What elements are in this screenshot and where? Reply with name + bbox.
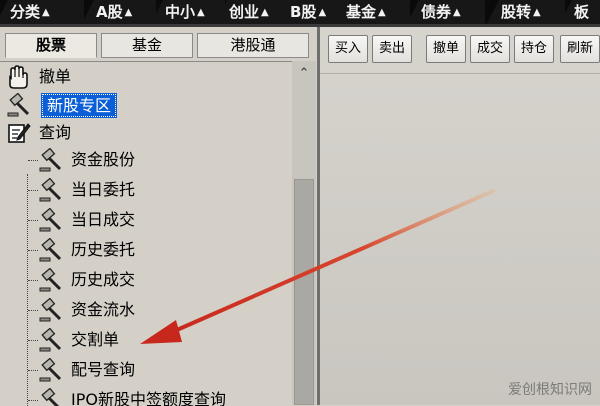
- tree-item-history-orders[interactable]: 历史委托: [38, 236, 278, 264]
- function-tree: 撤单 新股专区 查询 资金股份 当日委托 当日成交 历史委托 历史成交 资金流水…: [0, 61, 292, 406]
- tab-arrow-icon: ▲: [318, 7, 327, 18]
- tree-item-label: 配号查询: [71, 360, 136, 379]
- tree-branch: [28, 220, 38, 221]
- hand-icon: [9, 65, 28, 89]
- market-subtabs: 股票 基金 港股通: [5, 33, 309, 59]
- trades-button[interactable]: 成交: [470, 35, 510, 63]
- gavel-icon: [7, 93, 30, 117]
- tree-branch: [28, 370, 38, 371]
- tree-item-label: 交割单: [71, 330, 120, 349]
- tab-arrow-icon: ▲: [42, 7, 50, 18]
- tree-item-allotment-query[interactable]: 配号查询: [38, 356, 278, 384]
- tree-branch: [28, 190, 38, 191]
- tab-arrow-icon: ▲: [261, 7, 269, 18]
- category-tab-a-shares[interactable]: A股 ▲: [80, 0, 156, 27]
- category-tab-bar: 分类 ▲ A股 ▲ 中小 ▲ 创业 ▲ B股 ▲ 基金 ▲ 债券 ▲ 股转 ▲ 板: [0, 0, 600, 27]
- gavel-icon: [41, 388, 60, 406]
- tab-label: B股: [290, 3, 317, 21]
- tree-item-today-trades[interactable]: 当日成交: [38, 206, 278, 234]
- left-nav-panel: 股票 基金 港股通 撤单 新股专区 查询 资金股份 当日委托 当日成交 历史委托…: [0, 27, 320, 406]
- subtab-stocks[interactable]: 股票: [5, 33, 97, 58]
- tree-item-ipo-zone[interactable]: 新股专区: [6, 91, 266, 119]
- tree-item-funds-positions[interactable]: 资金股份: [38, 146, 278, 174]
- tab-arrow-icon: ▲: [533, 7, 541, 18]
- tree-connector-line: [27, 174, 28, 406]
- gavel-icon: [39, 238, 62, 262]
- positions-button[interactable]: 持仓: [514, 35, 554, 63]
- tab-label: 分类: [10, 3, 41, 21]
- category-tab-transfer[interactable]: 股转 ▲: [485, 0, 565, 27]
- category-tab-fenlei[interactable]: 分类 ▲: [0, 0, 84, 27]
- tab-arrow-icon: ▲: [124, 7, 133, 18]
- tab-label: 板: [574, 3, 590, 21]
- gavel-icon: [39, 268, 62, 292]
- tree-item-label: 资金流水: [71, 300, 136, 319]
- category-tab-bonds[interactable]: 债券 ▲: [405, 0, 485, 27]
- tab-arrow-icon: ▲: [197, 7, 205, 18]
- trade-toolbar: 买入 卖出 撤单 成交 持仓 刷新: [328, 35, 600, 65]
- tab-label: 中小: [165, 3, 196, 21]
- edit-note-icon: [8, 123, 31, 143]
- gavel-icon: [39, 358, 62, 382]
- tree-branch: [28, 400, 38, 401]
- tree-item-today-orders[interactable]: 当日委托: [38, 176, 278, 204]
- buy-button[interactable]: 买入: [328, 35, 368, 63]
- tree-branch: [28, 280, 38, 281]
- tab-arrow-icon: ▲: [453, 7, 461, 18]
- gavel-icon: [39, 298, 62, 322]
- tree-item-label: 历史委托: [71, 240, 136, 259]
- scroll-up-icon[interactable]: ⌃: [292, 63, 316, 85]
- category-tab-sme[interactable]: 中小 ▲: [149, 0, 225, 27]
- tree-item-label: 当日委托: [71, 180, 136, 199]
- tab-label: 股转: [501, 3, 532, 21]
- trade-work-area: 买入 卖出 撤单 成交 持仓 刷新: [320, 27, 600, 405]
- category-tab-funds[interactable]: 基金 ▲: [330, 0, 410, 27]
- gavel-icon: [39, 208, 62, 232]
- refresh-button[interactable]: 刷新: [560, 35, 600, 63]
- tab-label: A股: [96, 3, 123, 21]
- tab-label: 债券: [421, 3, 452, 21]
- tree-scrollbar[interactable]: ⌃: [292, 61, 316, 405]
- tree-item-label: 查询: [39, 123, 72, 142]
- tree-item-cancel-order[interactable]: 撤单: [6, 63, 266, 91]
- cancel-order-button[interactable]: 撤单: [426, 35, 466, 63]
- scroll-thumb[interactable]: [294, 179, 314, 405]
- tree-item-label: 新股专区: [41, 93, 118, 118]
- tree-item-label: 历史成交: [71, 270, 136, 289]
- tree-item-label: 撤单: [39, 67, 72, 86]
- tab-label: 基金: [346, 3, 377, 21]
- tree-branch: [28, 250, 38, 251]
- gavel-icon: [39, 178, 62, 202]
- tree-branch: [28, 340, 38, 341]
- tree-branch: [28, 160, 38, 161]
- tab-arrow-icon: ▲: [378, 7, 386, 18]
- tree-item-ipo-quota-query[interactable]: IPO新股中签额度查询: [38, 386, 278, 406]
- tree-item-label: 当日成交: [71, 210, 136, 229]
- gavel-icon: [39, 328, 62, 352]
- tab-label: 创业: [229, 3, 260, 21]
- tree-item-query[interactable]: 查询: [6, 119, 266, 147]
- watermark-text: 爱创根知识网: [508, 382, 592, 398]
- tree-item-fund-flow[interactable]: 资金流水: [38, 296, 278, 324]
- sell-button[interactable]: 卖出: [372, 35, 412, 63]
- tree-item-history-trades[interactable]: 历史成交: [38, 266, 278, 294]
- toolbar-divider: [320, 73, 600, 74]
- subtab-hk-connect[interactable]: 港股通: [197, 33, 309, 58]
- subtab-funds[interactable]: 基金: [101, 33, 193, 58]
- tree-branch: [28, 310, 38, 311]
- tree-item-label: IPO新股中签额度查询: [71, 390, 226, 406]
- gavel-icon: [39, 148, 62, 172]
- tree-item-delivery-slip[interactable]: 交割单: [38, 326, 278, 354]
- tree-item-label: 资金股份: [71, 150, 136, 169]
